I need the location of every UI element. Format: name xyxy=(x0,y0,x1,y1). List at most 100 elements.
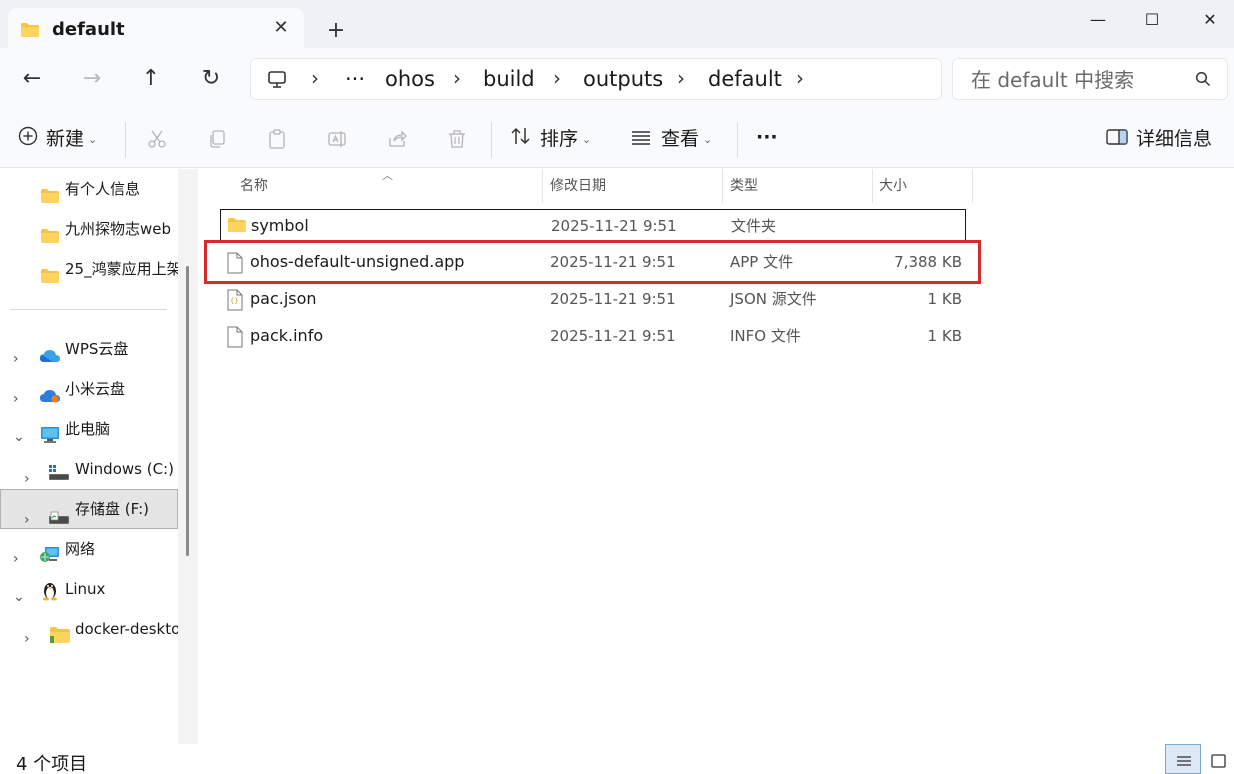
rename-icon[interactable] xyxy=(327,129,347,153)
sidebar-scrollbar-thumb[interactable] xyxy=(186,266,189,556)
new-tab-button[interactable]: + xyxy=(322,18,350,46)
column-header-size[interactable]: 大小 xyxy=(879,169,969,203)
chevron-right-icon[interactable]: › xyxy=(13,381,19,407)
details-pane-icon xyxy=(1106,125,1128,155)
chevron-down-icon[interactable]: ⌄ xyxy=(13,419,25,447)
sidebar-item-pinned-3[interactable]: 25_鸿蒙应用上架 xyxy=(0,251,178,287)
chevron-right-icon[interactable]: › xyxy=(553,66,561,90)
minimize-button[interactable]: — xyxy=(1078,6,1118,34)
tab-default[interactable]: default ✕ xyxy=(8,8,304,48)
refresh-button[interactable]: ↻ xyxy=(197,66,225,94)
search-box[interactable] xyxy=(952,58,1228,100)
up-button[interactable]: ↑ xyxy=(137,66,165,94)
view-button[interactable]: 查看 ⌄ xyxy=(631,124,712,154)
linux-penguin-icon xyxy=(40,578,60,607)
sidebar-item-docker-desktop[interactable]: › docker-desktop xyxy=(0,611,178,647)
paste-icon[interactable] xyxy=(267,129,287,153)
share-icon[interactable] xyxy=(387,129,407,153)
navigation-pane[interactable]: 有个人信息 九州探物志web 25_鸿蒙应用上架 › WPS云盘 › 小米云盘 … xyxy=(0,169,198,744)
svg-text:{}: {} xyxy=(230,297,238,305)
sidebar-item-this-pc[interactable]: ⌄ 此电脑 xyxy=(0,411,178,447)
file-type: INFO 文件 xyxy=(730,327,801,345)
breadcrumb-more[interactable]: ··· xyxy=(345,67,365,91)
sidebar-item-pinned-2[interactable]: 九州探物志web xyxy=(0,211,178,247)
item-count: 4 个项目 xyxy=(16,754,88,774)
breadcrumb-outputs[interactable]: outputs xyxy=(583,67,663,91)
chevron-down-icon: ⌄ xyxy=(582,132,592,146)
address-bar[interactable]: › ··· ohos › build › outputs › default › xyxy=(250,58,942,100)
column-divider[interactable] xyxy=(972,169,973,203)
column-divider[interactable] xyxy=(722,169,723,203)
sidebar-item-drive-f[interactable]: › 存储盘 (F:) xyxy=(0,489,178,529)
chevron-down-icon: ⌄ xyxy=(703,132,713,146)
sidebar-item-pinned-1[interactable]: 有个人信息 xyxy=(0,171,178,207)
tab-close-icon[interactable]: ✕ xyxy=(270,17,292,39)
view-list-icon xyxy=(631,125,651,155)
file-name: pac.json xyxy=(250,289,317,308)
column-header-name[interactable]: 名称 xyxy=(240,169,540,203)
details-label: 详细信息 xyxy=(1136,128,1213,150)
search-input[interactable] xyxy=(971,67,1181,93)
chevron-right-icon[interactable]: › xyxy=(24,461,30,487)
file-row-json[interactable]: {} pac.json 2025-11-21 9:51 JSON 源文件 1 K… xyxy=(220,283,966,317)
file-date: 2025-11-21 9:51 xyxy=(551,217,677,235)
network-icon xyxy=(39,541,61,567)
folder-icon xyxy=(40,261,60,287)
chevron-down-icon[interactable]: ⌄ xyxy=(13,579,25,607)
chevron-right-icon[interactable]: › xyxy=(24,621,30,647)
sort-icon xyxy=(510,125,532,155)
chevron-right-icon[interactable]: › xyxy=(311,66,319,90)
chevron-right-icon[interactable]: › xyxy=(13,541,19,567)
search-icon[interactable] xyxy=(1195,71,1211,91)
sidebar-item-drive-c[interactable]: › Windows (C:) xyxy=(0,451,178,487)
status-bar: 4 个项目 xyxy=(0,744,1234,774)
cut-icon[interactable] xyxy=(147,129,167,153)
chevron-right-icon[interactable]: › xyxy=(13,341,19,367)
breadcrumb-default[interactable]: default xyxy=(708,67,782,91)
folder-icon xyxy=(227,217,247,237)
sidebar-item-linux[interactable]: ⌄ Linux xyxy=(0,571,178,607)
close-button[interactable]: ✕ xyxy=(1190,6,1230,34)
column-header-date[interactable]: 修改日期 xyxy=(550,169,720,203)
title-bar: default ✕ + — ☐ ✕ xyxy=(0,0,1234,48)
back-button[interactable]: ← xyxy=(18,66,46,94)
column-divider[interactable] xyxy=(542,169,543,203)
sidebar-item-network[interactable]: › 网络 xyxy=(0,531,178,567)
new-button[interactable]: 新建 ⌄ xyxy=(18,124,97,154)
details-pane-button[interactable]: 详细信息 xyxy=(1106,124,1212,154)
navigation-bar: ← → ↑ ↻ › ··· ohos › build › outputs › d… xyxy=(0,48,1234,110)
divider xyxy=(491,122,492,158)
delete-icon[interactable] xyxy=(447,129,467,153)
maximize-button[interactable]: ☐ xyxy=(1132,6,1172,34)
column-divider[interactable] xyxy=(872,169,873,203)
file-name: symbol xyxy=(251,216,309,235)
forward-button[interactable]: → xyxy=(78,66,106,94)
file-size: 1 KB xyxy=(927,327,962,345)
column-header-type[interactable]: 类型 xyxy=(730,169,870,203)
details-view-button[interactable] xyxy=(1165,744,1201,774)
breadcrumb-build[interactable]: build xyxy=(483,67,535,91)
folder-icon xyxy=(49,621,71,647)
computer-icon[interactable] xyxy=(267,71,287,93)
file-row-symbol[interactable]: symbol 2025-11-21 9:51 文件夹 xyxy=(220,209,966,243)
chevron-right-icon[interactable]: › xyxy=(453,66,461,90)
chevron-right-icon[interactable]: › xyxy=(24,501,30,528)
sidebar-item-xiaomi-cloud[interactable]: › 小米云盘 xyxy=(0,371,178,407)
sidebar-item-wps-cloud[interactable]: › WPS云盘 xyxy=(0,331,178,367)
tab-title: default xyxy=(52,19,125,40)
breadcrumb-ohos[interactable]: ohos xyxy=(385,67,435,91)
more-options-button[interactable]: ··· xyxy=(756,122,778,152)
copy-icon[interactable] xyxy=(207,129,227,153)
details-view-icon xyxy=(1176,754,1192,773)
sort-button[interactable]: 排序 ⌄ xyxy=(510,124,591,154)
chevron-right-icon[interactable]: › xyxy=(796,66,804,90)
file-icon xyxy=(226,326,244,352)
chevron-down-icon: ⌄ xyxy=(88,132,98,146)
view-label: 查看 xyxy=(661,128,700,150)
file-row-info[interactable]: pack.info 2025-11-21 9:51 INFO 文件 1 KB xyxy=(220,320,966,354)
cloud-icon xyxy=(39,381,61,407)
file-name: pack.info xyxy=(250,326,324,345)
command-bar: 新建 ⌄ 排序 ⌄ 查看 ⌄ ··· 详细信息 xyxy=(0,110,1234,168)
chevron-right-icon[interactable]: › xyxy=(677,66,685,90)
tiles-view-button[interactable] xyxy=(1203,744,1234,774)
